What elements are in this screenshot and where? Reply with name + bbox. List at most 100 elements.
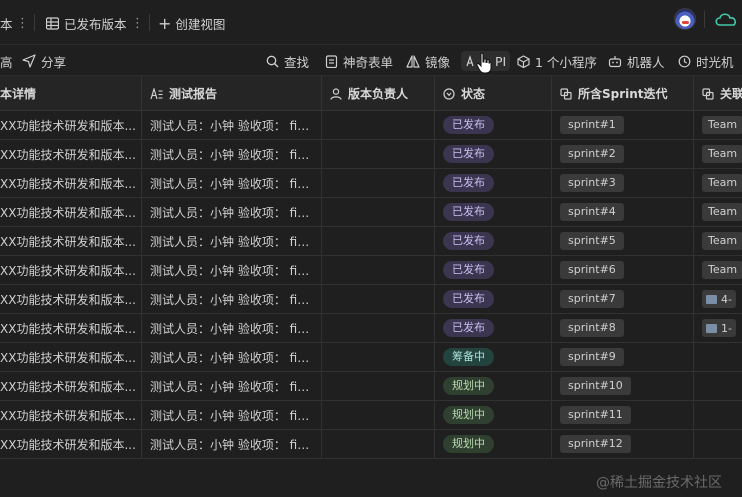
owner-cell[interactable] <box>322 256 435 284</box>
toolbar-partial-item[interactable]: 高 <box>0 51 13 71</box>
sprint-cell[interactable]: sprint#11 <box>552 401 694 429</box>
sprint-cell[interactable]: sprint#4 <box>552 198 694 226</box>
report-cell[interactable]: 测试人员：小钟 验收项： fix... <box>142 314 322 342</box>
detail-cell[interactable]: XX功能技术研发和版本... <box>0 111 142 139</box>
detail-cell[interactable]: XX功能技术研发和版本... <box>0 140 142 168</box>
related-cell[interactable] <box>694 343 742 371</box>
sprint-cell[interactable]: sprint#12 <box>552 430 694 458</box>
share-button[interactable]: 分享 <box>22 51 66 71</box>
column-header[interactable]: 所含Sprint迭代 <box>552 76 694 111</box>
detail-cell[interactable]: XX功能技术研发和版本... <box>0 314 142 342</box>
related-cell[interactable]: Team <box>694 198 742 226</box>
owner-cell[interactable] <box>322 314 435 342</box>
detail-cell[interactable]: XX功能技术研发和版本... <box>0 198 142 226</box>
column-header[interactable]: 关联 <box>694 76 742 111</box>
view-tab-published[interactable]: 已发布版本 <box>46 14 127 32</box>
status-cell[interactable]: 筹备中 <box>435 343 552 371</box>
magic-form-button[interactable]: 神奇表单 <box>325 51 393 71</box>
report-cell[interactable]: 测试人员：小钟 验收项： fix... <box>142 372 322 400</box>
column-header[interactable]: 版本负责人 <box>322 76 435 111</box>
mirror-button[interactable]: 镜像 <box>406 51 450 71</box>
view-tab-partial[interactable]: 本 <box>0 14 13 32</box>
status-cell[interactable]: 规划中 <box>435 401 552 429</box>
owner-cell[interactable] <box>322 111 435 139</box>
status-cell[interactable]: 已发布 <box>435 111 552 139</box>
table-row[interactable]: XX功能技术研发和版本... 测试人员：小钟 验收项： fix... 规划中 spri… <box>0 401 742 430</box>
owner-cell[interactable] <box>322 169 435 197</box>
related-cell[interactable]: Team <box>694 111 742 139</box>
owner-cell[interactable] <box>322 430 435 458</box>
detail-cell[interactable]: XX功能技术研发和版本... <box>0 401 142 429</box>
status-cell[interactable]: 已发布 <box>435 169 552 197</box>
detail-cell[interactable]: XX功能技术研发和版本... <box>0 256 142 284</box>
report-cell[interactable]: 测试人员：小钟 验收项： fix... <box>142 285 322 313</box>
status-cell[interactable]: 规划中 <box>435 430 552 458</box>
sprint-cell[interactable]: sprint#5 <box>552 227 694 255</box>
report-cell[interactable]: 测试人员：小钟 验收项： fix... <box>142 227 322 255</box>
status-cell[interactable]: 已发布 <box>435 140 552 168</box>
owner-cell[interactable] <box>322 198 435 226</box>
table-row[interactable]: XX功能技术研发和版本... 测试人员：小钟 验收项： fix... 已发布 spri… <box>0 198 742 227</box>
sprint-cell[interactable]: sprint#8 <box>552 314 694 342</box>
table-row[interactable]: XX功能技术研发和版本... 测试人员：小钟 验收项： fix... 规划中 spri… <box>0 372 742 401</box>
sprint-cell[interactable]: sprint#3 <box>552 169 694 197</box>
avatar[interactable] <box>674 8 696 30</box>
time-machine-button[interactable]: 时光机 <box>678 51 734 71</box>
table-row[interactable]: XX功能技术研发和版本... 测试人员：小钟 验收项： fix... 已发布 spri… <box>0 285 742 314</box>
sprint-cell[interactable]: sprint#1 <box>552 111 694 139</box>
report-cell[interactable]: 测试人员：小钟 验收项： fix... <box>142 198 322 226</box>
report-cell[interactable]: 测试人员：小钟 验收项： fix... <box>142 111 322 139</box>
table-row[interactable]: XX功能技术研发和版本... 测试人员：小钟 验收项： fix... 筹备中 spri… <box>0 343 742 372</box>
status-cell[interactable]: 已发布 <box>435 227 552 255</box>
view-tab-published-more-icon[interactable]: ⋮ <box>131 14 144 32</box>
related-cell[interactable] <box>694 372 742 400</box>
detail-cell[interactable]: XX功能技术研发和版本... <box>0 343 142 371</box>
status-cell[interactable]: 规划中 <box>435 372 552 400</box>
report-cell[interactable]: 测试人员：小钟 验收项： fix... <box>142 343 322 371</box>
mini-program-button[interactable]: 1 个小程序 <box>517 51 597 71</box>
status-cell[interactable]: 已发布 <box>435 198 552 226</box>
status-cell[interactable]: 已发布 <box>435 285 552 313</box>
detail-cell[interactable]: XX功能技术研发和版本... <box>0 285 142 313</box>
report-cell[interactable]: 测试人员：小钟 验收项： fix... <box>142 169 322 197</box>
related-cell[interactable]: 4- <box>694 285 742 313</box>
owner-cell[interactable] <box>322 140 435 168</box>
related-cell[interactable]: Team <box>694 169 742 197</box>
sprint-cell[interactable]: sprint#2 <box>552 140 694 168</box>
related-cell[interactable] <box>694 430 742 458</box>
table-row[interactable]: XX功能技术研发和版本... 测试人员：小钟 验收项： fix... 规划中 spri… <box>0 430 742 459</box>
owner-cell[interactable] <box>322 372 435 400</box>
table-row[interactable]: XX功能技术研发和版本... 测试人员：小钟 验收项： fix... 已发布 spri… <box>0 140 742 169</box>
related-cell[interactable]: Team <box>694 227 742 255</box>
related-cell[interactable]: Team <box>694 256 742 284</box>
owner-cell[interactable] <box>322 343 435 371</box>
report-cell[interactable]: 测试人员：小钟 验收项： fix... <box>142 401 322 429</box>
sprint-cell[interactable]: sprint#10 <box>552 372 694 400</box>
table-row[interactable]: XX功能技术研发和版本... 测试人员：小钟 验收项： fix... 已发布 spri… <box>0 314 742 343</box>
detail-cell[interactable]: XX功能技术研发和版本... <box>0 372 142 400</box>
table-row[interactable]: XX功能技术研发和版本... 测试人员：小钟 验收项： fix... 已发布 spri… <box>0 111 742 140</box>
related-cell[interactable]: Team <box>694 140 742 168</box>
owner-cell[interactable] <box>322 285 435 313</box>
report-cell[interactable]: 测试人员：小钟 验收项： fix... <box>142 256 322 284</box>
detail-cell[interactable]: XX功能技术研发和版本... <box>0 227 142 255</box>
detail-cell[interactable]: XX功能技术研发和版本... <box>0 430 142 458</box>
report-cell[interactable]: 测试人员：小钟 验收项： fix... <box>142 430 322 458</box>
report-cell[interactable]: 测试人员：小钟 验收项： fix... <box>142 140 322 168</box>
status-cell[interactable]: 已发布 <box>435 314 552 342</box>
column-header[interactable]: 状态 <box>435 76 552 111</box>
create-view-button[interactable]: + 创建视图 <box>158 14 225 33</box>
table-row[interactable]: XX功能技术研发和版本... 测试人员：小钟 验收项： fix... 已发布 spri… <box>0 227 742 256</box>
table-row[interactable]: XX功能技术研发和版本... 测试人员：小钟 验收项： fix... 已发布 spri… <box>0 169 742 198</box>
view-tab-more-icon[interactable]: ⋮ <box>16 14 29 32</box>
detail-cell[interactable]: XX功能技术研发和版本... <box>0 169 142 197</box>
table-row[interactable]: XX功能技术研发和版本... 测试人员：小钟 验收项： fix... 已发布 spri… <box>0 256 742 285</box>
owner-cell[interactable] <box>322 401 435 429</box>
sprint-cell[interactable]: sprint#6 <box>552 256 694 284</box>
cloud-sync-icon[interactable] <box>712 10 742 30</box>
column-header[interactable]: 本详情 <box>0 76 142 111</box>
status-cell[interactable]: 已发布 <box>435 256 552 284</box>
sprint-cell[interactable]: sprint#9 <box>552 343 694 371</box>
owner-cell[interactable] <box>322 227 435 255</box>
related-cell[interactable]: 1- <box>694 314 742 342</box>
